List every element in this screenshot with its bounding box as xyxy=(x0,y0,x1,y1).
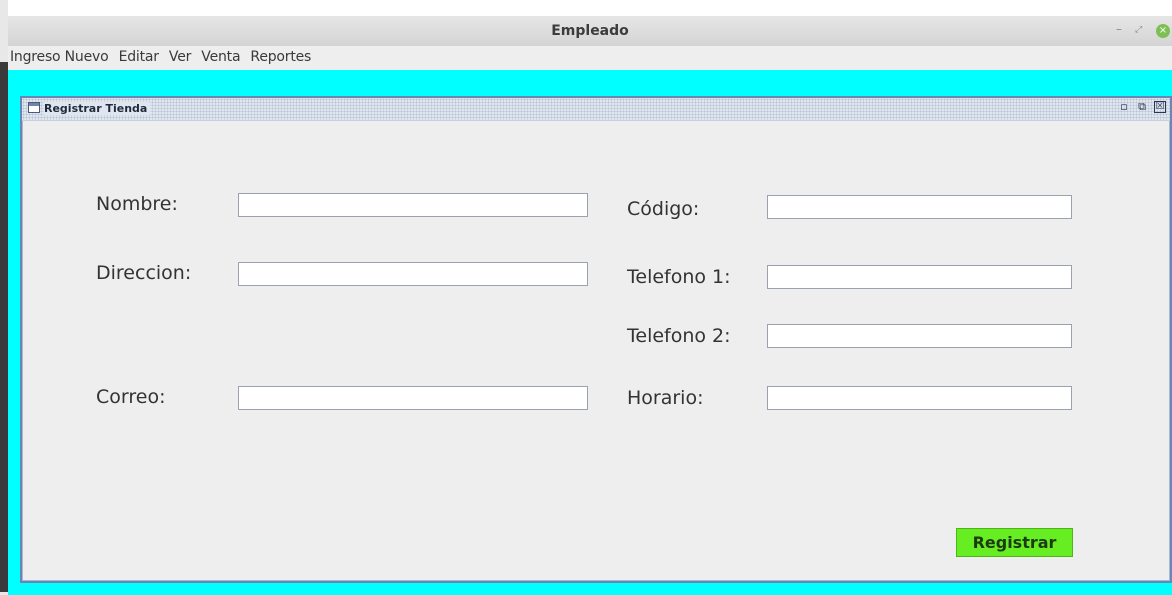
close-icon[interactable]: × xyxy=(1156,24,1170,38)
telefono2-input[interactable] xyxy=(767,324,1072,348)
telefono1-input[interactable] xyxy=(767,265,1072,289)
menu-ingreso-nuevo[interactable]: Ingreso Nuevo xyxy=(8,46,111,65)
minimize-icon[interactable]: – xyxy=(1116,22,1122,36)
menu-venta[interactable]: Venta xyxy=(199,46,243,65)
telefono2-label: Telefono 2: xyxy=(627,325,731,347)
maximize-frame-icon[interactable]: ⧉ xyxy=(1136,101,1148,113)
horario-label: Horario: xyxy=(627,387,704,409)
direccion-input[interactable] xyxy=(238,262,588,286)
correo-label: Correo: xyxy=(96,386,166,408)
registrar-button[interactable]: Registrar xyxy=(956,528,1073,557)
background-window-edge xyxy=(0,0,8,595)
app-window: Empleado – ⤢ × Ingreso Nuevo Editar Ver … xyxy=(8,16,1172,595)
telefono1-label: Telefono 1: xyxy=(627,266,731,288)
codigo-input[interactable] xyxy=(767,195,1072,219)
menu-bar: Ingreso Nuevo Editar Ver Venta Reportes xyxy=(8,46,1172,70)
menu-reportes[interactable]: Reportes xyxy=(248,46,314,65)
close-frame-icon[interactable]: ☒ xyxy=(1154,101,1166,113)
internal-frame-title: Registrar Tienda xyxy=(44,102,151,115)
menu-ver[interactable]: Ver xyxy=(167,46,194,65)
window-title: Empleado xyxy=(551,23,629,39)
registrar-tienda-frame: Registrar Tienda ▫ ⧉ ☒ Nombre: Direccion… xyxy=(20,96,1172,583)
background-window-strip xyxy=(0,62,8,592)
window-icon xyxy=(28,102,40,113)
direccion-label: Direccion: xyxy=(96,262,192,284)
nombre-input[interactable] xyxy=(238,193,588,217)
correo-input[interactable] xyxy=(238,386,588,410)
nombre-label: Nombre: xyxy=(96,193,178,215)
maximize-icon[interactable]: ⤢ xyxy=(1135,25,1142,35)
internal-frame-title-bar[interactable]: Registrar Tienda ▫ ⧉ ☒ xyxy=(22,98,1170,121)
horario-input[interactable] xyxy=(767,386,1072,410)
menu-editar[interactable]: Editar xyxy=(117,46,162,65)
title-bar: Empleado – ⤢ × xyxy=(8,16,1172,47)
codigo-label: Código: xyxy=(627,198,700,220)
iconify-icon[interactable]: ▫ xyxy=(1118,101,1130,113)
